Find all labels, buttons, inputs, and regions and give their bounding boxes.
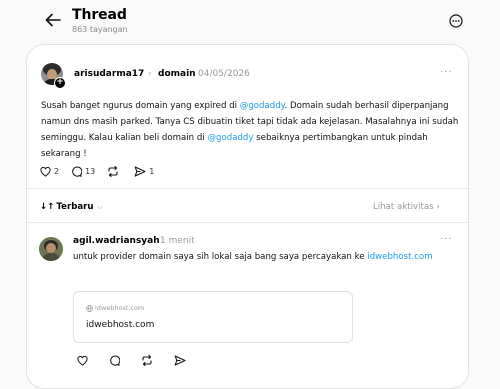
divider [27,222,468,223]
post-more-icon[interactable]: ··· [440,67,453,78]
post-username[interactable]: arisudarma17 [74,69,144,79]
reply-time: 1 menit [160,236,195,246]
repost-icon [142,355,152,366]
globe-icon [86,304,93,312]
link-preview-card[interactable]: idwebhost.com idwebhost.com [73,291,353,343]
mention-link[interactable]: @godaddy [240,101,285,111]
reply-avatar[interactable] [39,237,63,261]
link-preview-domain: idwebhost.com [86,304,144,312]
comment-count: 13 [85,167,96,176]
share-button[interactable]: 1 [134,166,154,177]
post-date: 04/05/2026 [198,69,250,79]
post-topic[interactable]: domain [158,69,196,79]
reply-actions [77,355,201,366]
sort-icon: ↓↑ [40,202,55,212]
view-activity-link[interactable]: Lihat aktivitas › [373,202,440,212]
like-count: 2 [54,167,60,176]
reply-text-part: untuk provider domain saya sih lokal saj… [73,252,368,262]
sort-label: Terbaru [56,202,94,212]
comment-button[interactable]: 13 [71,166,95,177]
repost-button[interactable] [141,355,156,366]
follow-plus-icon[interactable]: + [54,77,66,89]
reply-text: untuk provider domain saya sih lokal saj… [73,250,433,264]
sort-dropdown[interactable]: ↓↑ Terbaru ⌵ [40,202,103,212]
comment-icon [72,166,83,177]
page-title: Thread [72,7,127,23]
activity-label: Lihat aktivitas [373,202,434,212]
reply-more-icon[interactable]: ··· [440,234,453,245]
post-actions: 2 13 1 [40,166,166,177]
repost-button[interactable] [107,166,122,177]
repost-icon [108,166,118,177]
view-count: 863 tayangan [72,25,128,34]
heart-icon [77,355,88,366]
back-arrow-icon[interactable] [44,11,62,29]
share-icon [134,166,146,177]
like-button[interactable]: 2 [40,166,60,177]
share-count: 1 [149,167,155,176]
thread-header: Thread 863 tayangan [0,0,500,44]
post-text: Susah banget ngurus domain yang expired … [41,98,461,162]
topic-separator: › [148,69,152,79]
comment-button[interactable] [109,355,123,366]
comment-icon [110,355,120,366]
link-domain-text: idwebhost.com [95,304,145,312]
share-icon [174,355,186,366]
thread-card: + arisudarma17 › domain 04/05/2026 ··· S… [26,44,469,389]
chevron-down-icon: ⌵ [96,202,103,211]
heart-icon [40,166,51,177]
chevron-right-icon: › [436,202,440,212]
mention-link[interactable]: @godaddy [207,133,253,143]
share-button[interactable] [174,355,189,366]
more-circle-icon[interactable] [449,14,463,28]
post-text-part: Susah banget ngurus domain yang expired … [41,101,240,111]
link-preview-title: idwebhost.com [86,320,155,330]
reply-link[interactable]: idwebhost.com [367,252,432,262]
reply-username[interactable]: agil.wadriansyah [73,236,160,246]
divider [27,188,468,189]
like-button[interactable] [77,355,91,366]
